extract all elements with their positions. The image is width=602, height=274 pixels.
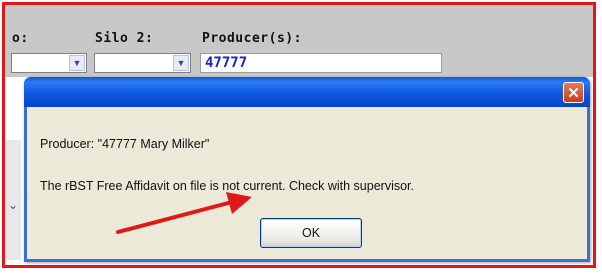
producer-label: Producer(s): xyxy=(202,31,302,46)
silo2-label: Silo 2: xyxy=(95,31,154,46)
producer-form-strip: o: Silo 2: Producer(s): ▼ ▼ 47777 xyxy=(5,5,593,77)
background-form-edge: ⌄ xyxy=(5,140,21,260)
alert-dialog: ✕ Producer: "47777 Mary Milker" The rBST… xyxy=(24,77,590,262)
dialog-title-bar[interactable]: ✕ xyxy=(24,77,590,107)
close-icon[interactable]: ✕ xyxy=(563,82,584,103)
chevron-down-icon[interactable]: ▼ xyxy=(173,55,189,71)
chevron-down-icon[interactable]: ▼ xyxy=(69,55,85,71)
silo1-label: o: xyxy=(12,31,29,46)
ok-button[interactable]: OK xyxy=(260,218,362,248)
chevron-down-icon: ⌄ xyxy=(8,198,19,212)
silo1-select[interactable]: ▼ xyxy=(11,53,87,73)
producer-input[interactable]: 47777 xyxy=(200,53,442,73)
dialog-body: Producer: "47777 Mary Milker" The rBST F… xyxy=(27,107,587,259)
silo2-select[interactable]: ▼ xyxy=(94,53,191,73)
affidavit-message: The rBST Free Affidavit on file is not c… xyxy=(40,179,415,193)
producer-message: Producer: "47777 Mary Milker" xyxy=(40,137,210,151)
